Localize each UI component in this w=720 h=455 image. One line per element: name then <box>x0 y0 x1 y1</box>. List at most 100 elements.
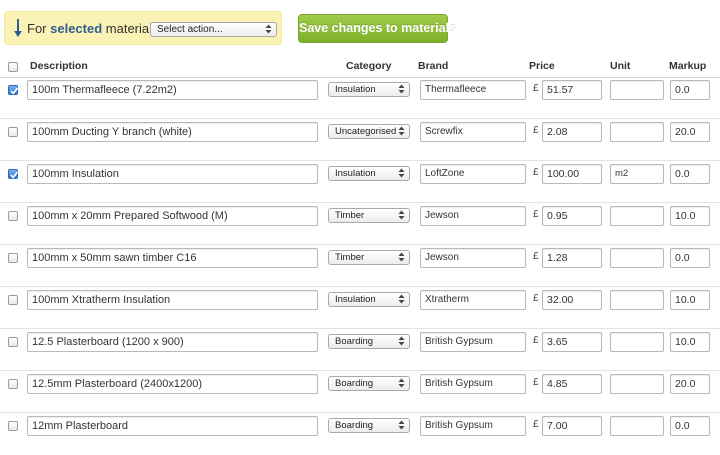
category-select[interactable]: Insulation <box>328 82 410 97</box>
column-header-brand: Brand <box>418 60 449 72</box>
currency-symbol: £ <box>533 167 539 178</box>
unit-input[interactable] <box>610 416 664 436</box>
unit-input[interactable] <box>610 290 664 310</box>
select-caret-icon <box>265 24 272 34</box>
currency-symbol: £ <box>533 83 539 94</box>
currency-symbol: £ <box>533 209 539 220</box>
markup-input[interactable]: 0.0 <box>670 164 710 184</box>
select-caret-icon <box>398 168 405 178</box>
table-row: 100mm Ducting Y branch (white) Uncategor… <box>0 119 720 161</box>
category-select[interactable]: Uncategorised <box>328 124 410 139</box>
save-changes-button[interactable]: Save changes to materials <box>298 14 456 43</box>
bulk-action-value: Select action... <box>157 24 223 35</box>
brand-input[interactable]: British Gypsum <box>420 374 526 394</box>
unit-input[interactable] <box>610 206 664 226</box>
select-caret-icon <box>398 336 405 346</box>
brand-input[interactable]: British Gypsum <box>420 332 526 352</box>
column-header-unit: Unit <box>610 60 631 72</box>
markup-input[interactable]: 10.0 <box>670 290 710 310</box>
markup-input[interactable]: 0.0 <box>670 248 710 268</box>
brand-input[interactable]: Xtratherm <box>420 290 526 310</box>
category-value: Uncategorised <box>335 126 397 137</box>
unit-input[interactable]: m2 <box>610 164 664 184</box>
description-input[interactable]: 100mm x 20mm Prepared Softwood (M) <box>27 206 318 226</box>
select-caret-icon <box>398 84 405 94</box>
unit-input[interactable] <box>610 80 664 100</box>
category-select[interactable]: Insulation <box>328 292 410 307</box>
price-input[interactable]: 1.28 <box>542 248 602 268</box>
markup-input[interactable]: 10.0 <box>670 332 710 352</box>
select-all-checkbox[interactable] <box>8 62 18 72</box>
description-input[interactable]: 12mm Plasterboard <box>27 416 318 436</box>
column-header-markup: Markup <box>669 60 707 72</box>
row-checkbox[interactable] <box>8 295 18 305</box>
table-row: 100mm Insulation Insulation LoftZone £ 1… <box>0 161 720 203</box>
category-select[interactable]: Insulation <box>328 166 410 181</box>
currency-symbol: £ <box>533 125 539 136</box>
price-input[interactable]: 3.65 <box>542 332 602 352</box>
brand-input[interactable]: Screwfix <box>420 122 526 142</box>
brand-input[interactable]: British Gypsum <box>420 416 526 436</box>
brand-input[interactable]: Jewson <box>420 206 526 226</box>
category-value: Timber <box>335 210 365 221</box>
description-input[interactable]: 100mm Xtratherm Insulation <box>27 290 318 310</box>
category-select[interactable]: Timber <box>328 250 410 265</box>
currency-symbol: £ <box>533 419 539 430</box>
description-input[interactable]: 100mm Insulation <box>27 164 318 184</box>
markup-input[interactable]: 20.0 <box>670 122 710 142</box>
row-checkbox[interactable] <box>8 85 19 95</box>
row-checkbox[interactable] <box>8 127 18 137</box>
category-select[interactable]: Timber <box>328 208 410 223</box>
markup-input[interactable]: 0.0 <box>670 80 710 100</box>
category-value: Timber <box>335 252 365 263</box>
row-checkbox[interactable] <box>8 379 18 389</box>
markup-input[interactable]: 0.0 <box>670 416 710 436</box>
price-input[interactable]: 51.57 <box>542 80 602 100</box>
select-caret-icon <box>398 294 405 304</box>
unit-input[interactable] <box>610 332 664 352</box>
category-select[interactable]: Boarding <box>328 334 410 349</box>
row-checkbox[interactable] <box>8 211 18 221</box>
column-header-price: Price <box>529 60 555 72</box>
brand-input[interactable]: LoftZone <box>420 164 526 184</box>
brand-input[interactable]: Thermafleece <box>420 80 526 100</box>
description-input[interactable]: 100mm x 50mm sawn timber C16 <box>27 248 318 268</box>
markup-input[interactable]: 20.0 <box>670 374 710 394</box>
unit-input[interactable] <box>610 122 664 142</box>
column-header-description: Description <box>30 60 88 72</box>
price-input[interactable]: 0.95 <box>542 206 602 226</box>
markup-input[interactable]: 10.0 <box>670 206 710 226</box>
table-row: 12.5 Plasterboard (1200 x 900) Boarding … <box>0 329 720 371</box>
toolbar: For selected materials: Select action...… <box>0 0 720 56</box>
category-select[interactable]: Boarding <box>328 376 410 391</box>
row-checkbox[interactable] <box>8 337 18 347</box>
checkmark-icon <box>10 87 19 95</box>
price-input[interactable]: 2.08 <box>542 122 602 142</box>
table-row: 12.5mm Plasterboard (2400x1200) Boarding… <box>0 371 720 413</box>
brand-input[interactable]: Jewson <box>420 248 526 268</box>
price-input[interactable]: 7.00 <box>542 416 602 436</box>
description-input[interactable]: 100mm Ducting Y branch (white) <box>27 122 318 142</box>
select-caret-icon <box>398 378 405 388</box>
price-input[interactable]: 100.00 <box>542 164 602 184</box>
category-value: Insulation <box>335 294 376 305</box>
unit-input[interactable] <box>610 374 664 394</box>
unit-input[interactable] <box>610 248 664 268</box>
table-row: 100mm x 20mm Prepared Softwood (M) Timbe… <box>0 203 720 245</box>
description-input[interactable]: 100m Thermafleece (7.22m2) <box>27 80 318 100</box>
description-input[interactable]: 12.5mm Plasterboard (2400x1200) <box>27 374 318 394</box>
row-checkbox[interactable] <box>8 253 18 263</box>
row-checkbox[interactable] <box>8 421 18 431</box>
description-input[interactable]: 12.5 Plasterboard (1200 x 900) <box>27 332 318 352</box>
bulk-action-select[interactable]: Select action... <box>150 22 277 37</box>
checkmark-icon <box>10 171 19 179</box>
table-row: 100mm Xtratherm Insulation Insulation Xt… <box>0 287 720 329</box>
row-checkbox[interactable] <box>8 169 19 179</box>
category-select[interactable]: Boarding <box>328 418 410 433</box>
column-header-category: Category <box>346 60 392 72</box>
category-value: Boarding <box>335 336 374 347</box>
select-caret-icon <box>398 210 405 220</box>
price-input[interactable]: 4.85 <box>542 374 602 394</box>
select-caret-icon <box>398 420 405 430</box>
price-input[interactable]: 32.00 <box>542 290 602 310</box>
